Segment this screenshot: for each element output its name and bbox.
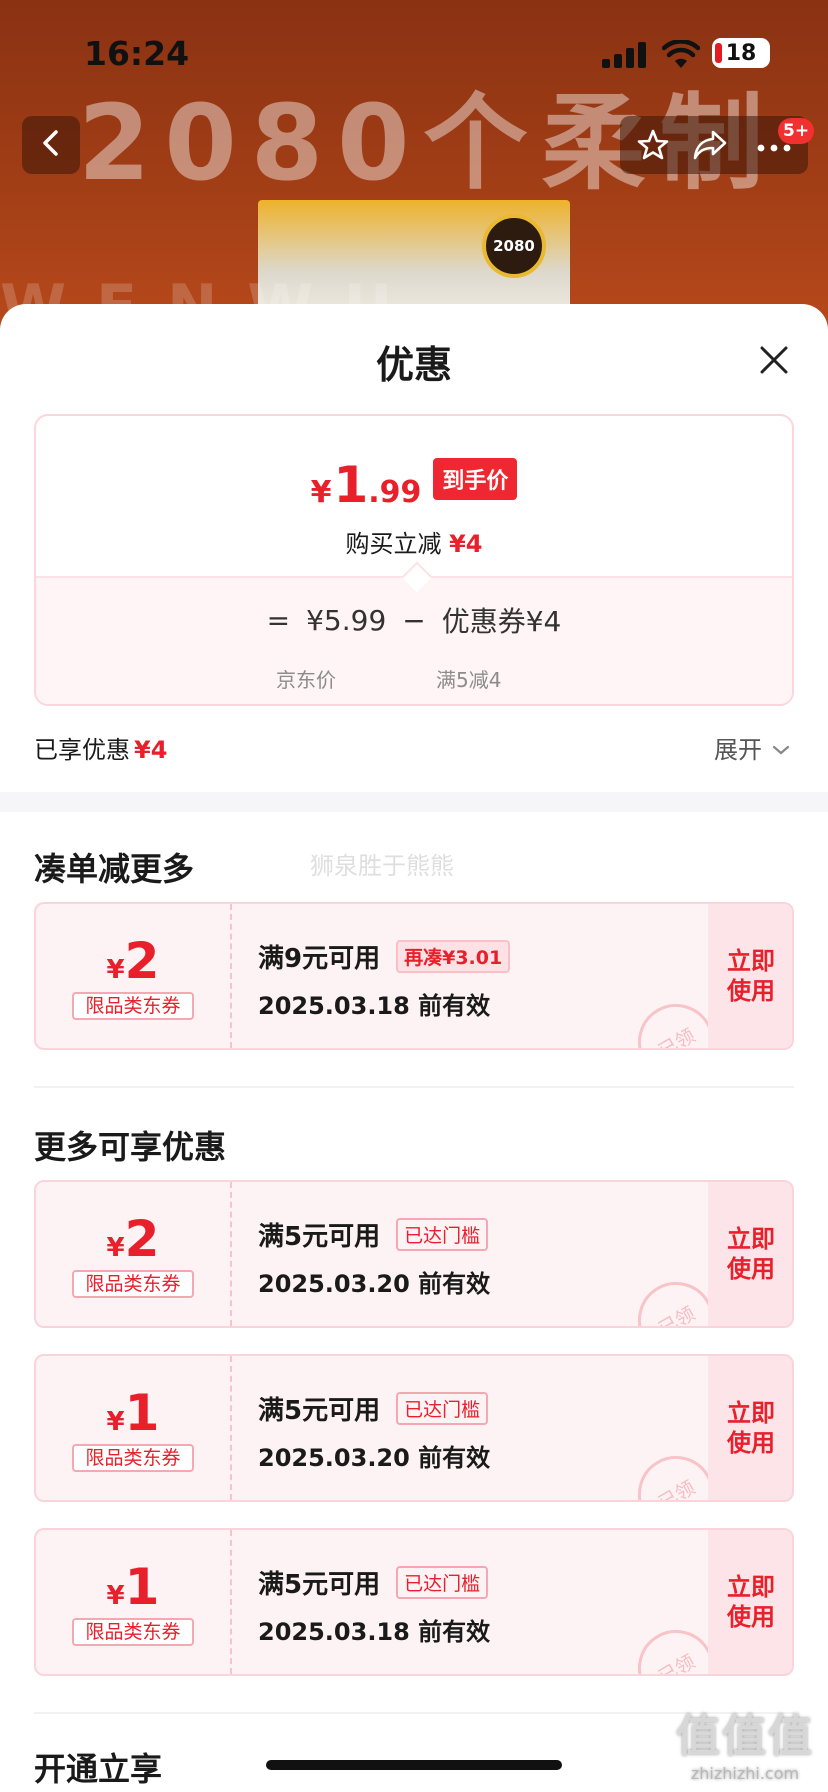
- coupon-value: ¥1: [106, 1558, 160, 1616]
- coupon-value: ¥1: [106, 1384, 160, 1442]
- enjoyed-label: 已享优惠: [34, 736, 130, 764]
- coupon-condition: 满9元可用 再凑¥3.01: [258, 938, 511, 975]
- signal-icon: [602, 42, 648, 68]
- watermark-text: 狮泉胜于熊熊: [310, 852, 454, 880]
- share-icon[interactable]: [692, 128, 728, 166]
- price-breakdown: = ¥5.99 − 优惠券¥4 京东价 满5减4: [36, 561, 792, 704]
- use-coupon-button[interactable]: 立即使用: [708, 1530, 792, 1674]
- coupon-tag: 再凑¥3.01: [396, 940, 511, 973]
- instant-reduce-amount: ¥4: [449, 530, 483, 558]
- final-price-decimal: .99: [368, 475, 422, 510]
- coupon-value: ¥2: [106, 1210, 160, 1268]
- price-summary-card: ¥ 1 .99 到手价 购买立减 ¥4 = ¥5.99 − 优惠券¥4 京东价 …: [34, 414, 794, 706]
- status-time: 16:24: [84, 34, 190, 73]
- coupon-card: ¥1 限品类东券 满5元可用 已达门槛 2025.03.20 前有效 已领 立即…: [34, 1354, 794, 1502]
- coupon-amount: 优惠券¥4: [441, 605, 562, 638]
- coupon-type: 限品类东券: [72, 1270, 194, 1298]
- coupon-card: ¥2 限品类东券 满5元可用 已达门槛 2025.03.20 前有效 已领 立即…: [34, 1180, 794, 1328]
- coupon-expiry: 2025.03.18 前有效: [258, 1618, 491, 1646]
- wifi-icon: [661, 39, 701, 74]
- final-price-currency: ¥: [310, 475, 332, 510]
- battery-icon: 18: [712, 38, 770, 68]
- section-title-more: 凑单减更多: [34, 850, 195, 888]
- watermark-domain: zhizhizhi.com: [690, 1764, 800, 1783]
- section-title-open: 开通立享: [34, 1750, 163, 1788]
- section-gap: [0, 792, 828, 812]
- coupon-card: ¥2 限品类东券 满9元可用 再凑¥3.01 2025.03.18 前有效 已领…: [34, 902, 794, 1050]
- use-coupon-button[interactable]: 立即使用: [708, 1182, 792, 1326]
- product-badge: 2080: [482, 214, 546, 278]
- coupon-tag: 已达门槛: [396, 1218, 489, 1251]
- home-indicator[interactable]: [266, 1760, 562, 1770]
- corner-watermark: 值值值 zhizhizhi.com: [676, 1700, 814, 1783]
- back-arrow-icon: [39, 128, 63, 162]
- final-price-tag: 到手价: [433, 458, 518, 500]
- coupon-tag: 已达门槛: [396, 1566, 489, 1599]
- close-button[interactable]: [754, 340, 794, 380]
- battery-level: 18: [725, 40, 757, 66]
- coupon-condition: 满5元可用 已达门槛: [258, 1564, 489, 1601]
- coupon-expiry: 2025.03.20 前有效: [258, 1444, 491, 1472]
- use-coupon-button[interactable]: 立即使用: [708, 904, 792, 1048]
- coupon-expiry: 2025.03.18 前有效: [258, 992, 491, 1020]
- final-price-integer: 1: [333, 456, 369, 514]
- expand-label: 展开: [714, 736, 762, 764]
- instant-reduce: 购买立减 ¥4: [36, 524, 792, 559]
- equals-sign: =: [266, 603, 291, 637]
- base-price: ¥5.99: [306, 603, 387, 637]
- enjoyed-amount: ¥4: [134, 736, 168, 764]
- message-count-badge: 5+: [778, 118, 815, 144]
- final-price: ¥ 1 .99 到手价: [36, 456, 792, 514]
- divider: [34, 1086, 794, 1088]
- base-price-caption: 京东价: [276, 668, 336, 692]
- coupon-card: ¥1 限品类东券 满5元可用 已达门槛 2025.03.18 前有效 已领 立即…: [34, 1528, 794, 1676]
- sheet-title: 优惠: [375, 343, 452, 387]
- chevron-down-icon: [762, 734, 790, 762]
- coupon-value: ¥2: [106, 932, 160, 990]
- expand-button[interactable]: 展开: [714, 730, 790, 765]
- coupon-condition: 满5元可用 已达门槛: [258, 1216, 489, 1253]
- watermark-logo: 值值值: [676, 1711, 814, 1762]
- coupon-tag: 已达门槛: [396, 1392, 489, 1425]
- instant-reduce-label: 购买立减: [345, 530, 442, 558]
- coupon-caption: 满5减4: [436, 668, 502, 692]
- discount-sheet: 优惠 ¥ 1 .99 到手价 购买立减 ¥4 = ¥5.99 − 优惠券¥4 京…: [0, 304, 828, 1792]
- minus-sign: −: [402, 603, 426, 637]
- use-coupon-button[interactable]: 立即使用: [708, 1356, 792, 1500]
- coupon-condition: 满5元可用 已达门槛: [258, 1390, 489, 1427]
- coupon-type: 限品类东券: [72, 1618, 194, 1646]
- back-button[interactable]: [22, 116, 80, 174]
- coupon-type: 限品类东券: [72, 992, 194, 1020]
- coupon-expiry: 2025.03.20 前有效: [258, 1270, 491, 1298]
- close-icon: [754, 346, 794, 384]
- enjoyed-discount: 已享优惠 ¥4: [34, 730, 167, 765]
- star-icon[interactable]: [636, 128, 670, 166]
- coupon-type: 限品类东券: [72, 1444, 194, 1472]
- status-bar: 16:24 18: [0, 30, 828, 80]
- section-title-available: 更多可享优惠: [34, 1128, 227, 1166]
